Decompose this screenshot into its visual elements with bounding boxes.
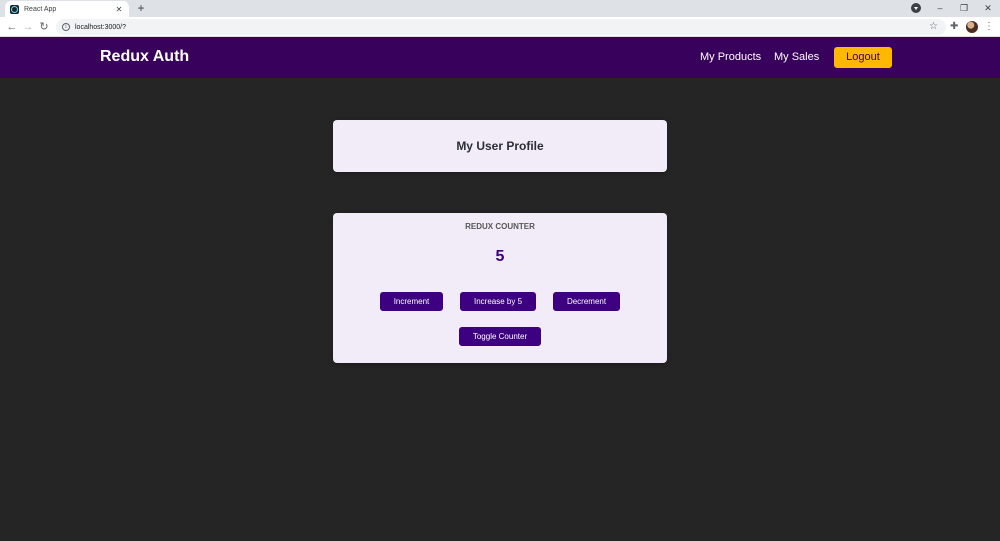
toggle-counter-button[interactable]: Toggle Counter	[459, 327, 541, 346]
back-icon[interactable]: ←	[4, 19, 20, 35]
minimize-button[interactable]: –	[928, 0, 952, 17]
restore-button[interactable]: ❐	[952, 0, 976, 17]
browser-tab[interactable]: React App ✕	[5, 1, 129, 17]
forward-icon[interactable]: →	[20, 19, 36, 35]
chrome-profile-icon[interactable]	[911, 3, 921, 13]
nav-my-products[interactable]: My Products	[700, 51, 761, 63]
nav-my-sales[interactable]: My Sales	[774, 51, 819, 63]
browser-toolbar: ← → ↻ i localhost:3000/? ☆ ✚ ⋮	[0, 17, 1000, 37]
brand-logo[interactable]: Redux Auth	[100, 48, 189, 66]
site-info-icon[interactable]: i	[62, 23, 70, 31]
app-header: Redux Auth My Products My Sales Logout	[0, 37, 1000, 78]
extensions-icon[interactable]: ✚	[950, 19, 958, 35]
logout-button[interactable]: Logout	[834, 47, 892, 68]
address-bar[interactable]: i localhost:3000/? ☆	[56, 19, 946, 35]
decrement-button[interactable]: Decrement	[553, 292, 620, 311]
react-favicon-icon	[10, 4, 19, 14]
bookmark-star-icon[interactable]: ☆	[929, 20, 938, 34]
tab-title: React App	[24, 5, 57, 13]
counter-value: 5	[495, 248, 505, 265]
new-tab-button[interactable]: +	[134, 1, 148, 15]
increment-button[interactable]: Increment	[380, 292, 443, 311]
increase-by-5-button[interactable]: Increase by 5	[460, 292, 536, 311]
reload-icon[interactable]: ↻	[36, 19, 52, 35]
close-window-button[interactable]: ✕	[976, 0, 1000, 17]
browser-menu-icon[interactable]: ⋮	[984, 19, 994, 35]
profile-avatar[interactable]	[966, 21, 978, 33]
profile-card: My User Profile	[333, 120, 667, 172]
counter-heading: Redux Counter	[465, 222, 535, 231]
url-text: localhost:3000/?	[75, 23, 126, 31]
tab-close-icon[interactable]: ✕	[114, 5, 124, 14]
browser-tab-bar: React App ✕ + – ❐ ✕	[0, 0, 1000, 17]
profile-title: My User Profile	[456, 139, 544, 153]
counter-card: Redux Counter 5 Increment Increase by 5 …	[333, 213, 667, 363]
